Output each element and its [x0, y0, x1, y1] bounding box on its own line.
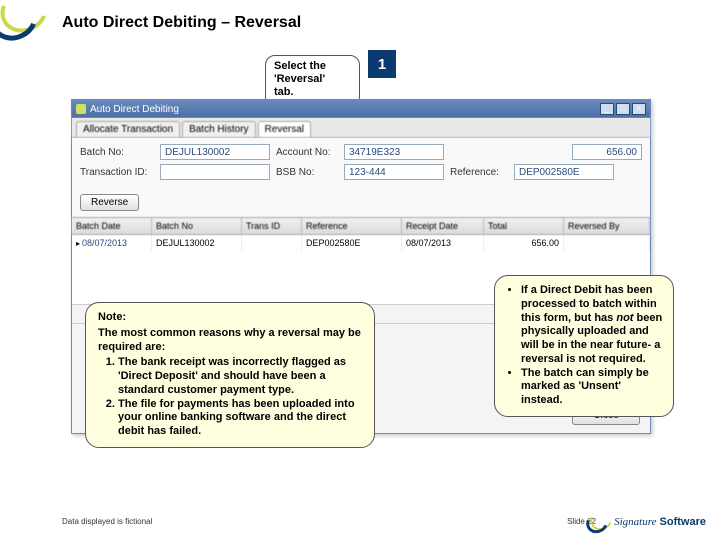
reverse-button[interactable]: Reverse — [80, 194, 139, 211]
col-reversed-by[interactable]: Reversed By — [564, 218, 650, 234]
batch-no-label: Batch No: — [80, 147, 154, 158]
table-row[interactable]: ▸08/07/2013 DEJUL130002 DEP002580E 08/07… — [72, 235, 650, 251]
minimize-icon[interactable]: _ — [600, 103, 614, 115]
bsb-no-label: BSB No: — [276, 167, 338, 178]
col-total[interactable]: Total — [484, 218, 564, 234]
cell-receipt-date: 08/07/2013 — [402, 235, 484, 251]
transaction-id-label: Transaction ID: — [80, 167, 154, 178]
transaction-id-field[interactable] — [160, 164, 270, 180]
note-intro: The most common reasons why a reversal m… — [98, 327, 362, 355]
col-trans-id[interactable]: Trans ID — [242, 218, 302, 234]
note-item: The bank receipt was incorrectly flagged… — [118, 356, 362, 397]
reference-field[interactable]: DEP002580E — [514, 164, 614, 180]
row-selector-icon: ▸ — [76, 239, 80, 248]
note-heading: Note: — [98, 311, 126, 323]
right-note-item: The batch can simply be marked as 'Unsen… — [521, 367, 663, 408]
callout-line: Select the — [274, 60, 351, 73]
callout-line: 'Reversal' — [274, 73, 351, 86]
reference-label: Reference: — [450, 167, 508, 178]
col-receipt-date[interactable]: Receipt Date — [402, 218, 484, 234]
footer-logo: Signature Software — [586, 510, 706, 534]
app-icon — [76, 104, 86, 114]
callout-line: tab. — [274, 86, 351, 99]
logo-swoosh-icon — [586, 510, 612, 534]
footer-disclaimer: Data displayed is fictional — [62, 517, 152, 526]
slide-title: Auto Direct Debiting – Reversal — [62, 14, 301, 32]
right-note-item: If a Direct Debit has been processed to … — [521, 284, 663, 367]
note-item: The file for payments has been uploaded … — [118, 398, 362, 439]
logo-text-signature: Signature — [614, 516, 656, 528]
brand-swoosh-top — [0, 0, 60, 70]
account-no-field[interactable]: 34719E323 — [344, 144, 444, 160]
cell-trans-id — [242, 235, 302, 251]
cell-batch-no: DEJUL130002 — [152, 235, 242, 251]
form-area: Batch No: DEJUL130002 Account No: 34719E… — [72, 138, 650, 190]
callout-note: Note: The most common reasons why a reve… — [85, 302, 375, 448]
cell-reversed-by — [564, 235, 650, 251]
logo-text-software: Software — [660, 516, 706, 528]
close-icon[interactable]: × — [632, 103, 646, 115]
tab-reversal[interactable]: Reversal — [258, 121, 311, 137]
col-reference[interactable]: Reference — [302, 218, 402, 234]
grid-header: Batch Date Batch No Trans ID Reference R… — [72, 217, 650, 235]
cell-total: 656.00 — [484, 235, 564, 251]
maximize-icon[interactable]: □ — [616, 103, 630, 115]
tab-allocate-transaction[interactable]: Allocate Transaction — [76, 121, 180, 137]
window-title-text: Auto Direct Debiting — [90, 104, 179, 115]
tab-batch-history[interactable]: Batch History — [182, 121, 255, 137]
callout-right: If a Direct Debit has been processed to … — [494, 275, 674, 417]
window-titlebar: Auto Direct Debiting _ □ × — [72, 100, 650, 118]
cell-batch-date: 08/07/2013 — [82, 238, 127, 248]
col-batch-no[interactable]: Batch No — [152, 218, 242, 234]
cell-reference: DEP002580E — [302, 235, 402, 251]
batch-no-field[interactable]: DEJUL130002 — [160, 144, 270, 160]
account-no-label: Account No: — [276, 147, 338, 158]
col-batch-date[interactable]: Batch Date — [72, 218, 152, 234]
tab-strip: Allocate Transaction Batch History Rever… — [72, 118, 650, 138]
bsb-no-field[interactable]: 123-444 — [344, 164, 444, 180]
step-number-badge: 1 — [368, 50, 396, 78]
amount-field[interactable]: 656.00 — [572, 144, 642, 160]
